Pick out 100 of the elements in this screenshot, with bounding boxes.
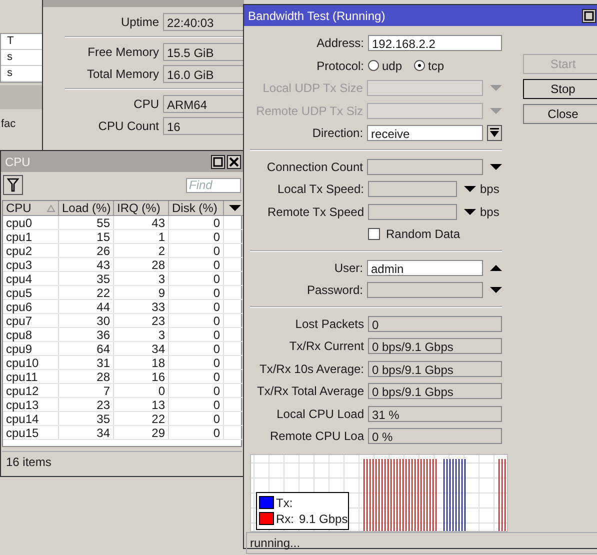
readout-field: 0 bps/9.1 Gbps <box>368 360 502 377</box>
combo-field[interactable] <box>366 80 483 96</box>
table-cell: 0 <box>169 342 224 356</box>
table-cell: 9 <box>114 286 169 300</box>
table-cell: cpu2 <box>3 244 59 258</box>
table-cell: 0 <box>169 258 224 272</box>
table-cell: 35 <box>59 412 114 426</box>
table-cell: cpu5 <box>3 286 59 300</box>
table-cell: 23 <box>114 314 169 328</box>
readout-field: 0 % <box>368 428 502 444</box>
field-label: Remote UDP Tx Siz <box>255 104 363 118</box>
dropdown-button[interactable] <box>487 125 502 142</box>
table-cell: 0 <box>169 314 224 328</box>
table-cell: 15 <box>59 230 114 244</box>
readout-field: 0 <box>368 316 502 332</box>
table-cell: 44 <box>59 300 114 314</box>
field-label: Local CPU Load <box>276 406 364 421</box>
table-cell: 43 <box>114 216 169 230</box>
dropdown-arrow-icon[interactable] <box>490 162 502 171</box>
table-cell: 0 <box>169 216 224 230</box>
dialog-button[interactable]: Close <box>523 104 597 124</box>
maximize-icon <box>584 10 594 20</box>
table-cell: 7 <box>59 384 114 398</box>
combo-field[interactable] <box>366 282 483 298</box>
table-cell: 0 <box>169 412 224 426</box>
table-cell: cpu6 <box>3 300 59 314</box>
field-label: User: <box>333 260 363 275</box>
window-title: Bandwidth Test (Running) <box>248 8 386 22</box>
radio-option[interactable]: tcp <box>414 58 444 73</box>
table-cell: 3 <box>114 272 169 286</box>
table-cell: 55 <box>59 216 114 230</box>
table-cell: 43 <box>59 258 114 272</box>
field-label: Protocol: <box>316 58 364 73</box>
table-cell: 22 <box>59 286 114 300</box>
table-cell: 35 <box>59 272 114 286</box>
table-cell: 0 <box>169 230 224 244</box>
filter-button[interactable] <box>3 175 23 195</box>
field-label: Remote Tx Speed <box>266 204 364 219</box>
table-cell: 23 <box>59 398 114 412</box>
table-cell: 0 <box>169 328 224 342</box>
field-label: Connection Count <box>266 160 363 174</box>
combo-field[interactable] <box>368 204 457 220</box>
dialog-button[interactable]: Stop <box>523 79 597 99</box>
checkbox-option[interactable]: Random Data <box>368 227 460 242</box>
dropdown-arrow-icon[interactable] <box>464 208 476 216</box>
table-cell: 64 <box>59 342 114 356</box>
table-cell: cpu3 <box>3 258 59 272</box>
filter-icon <box>7 178 19 192</box>
combo-field[interactable] <box>368 181 457 198</box>
field-label: Total Memory <box>86 67 159 81</box>
readout-field: 31 % <box>368 406 502 422</box>
table-cell: cpu15 <box>3 426 59 440</box>
dropdown-arrow-icon[interactable] <box>490 286 502 294</box>
select-field[interactable]: receive <box>367 125 484 142</box>
field-label: Tx/Rx 10s Average: <box>258 362 364 376</box>
text-field[interactable]: 192.168.2.2 <box>368 35 502 52</box>
table-cell: cpu1 <box>3 230 59 244</box>
table-cell: 0 <box>169 356 224 370</box>
table-cell: 0 <box>169 370 224 384</box>
maximize-button[interactable] <box>582 8 596 22</box>
dropdown-arrow-icon[interactable] <box>229 204 241 212</box>
unit-label: bps <box>480 204 500 219</box>
column-header[interactable]: CPU <box>3 201 59 216</box>
table-cell: cpu14 <box>3 412 59 426</box>
maximize-icon <box>213 156 223 166</box>
table-cell: cpu4 <box>3 272 59 286</box>
table-cell: cpu12 <box>3 384 59 398</box>
combo-field[interactable] <box>366 102 483 119</box>
field-label: Tx/Rx Current <box>288 339 364 354</box>
table-cell: 13 <box>114 398 169 412</box>
table-cell: 0 <box>169 300 224 314</box>
radio-option[interactable]: udp <box>368 58 402 73</box>
table-cell: 31 <box>59 356 114 370</box>
up-arrow-icon[interactable] <box>490 264 502 272</box>
text-field[interactable]: admin <box>366 260 483 276</box>
field-label: Free Memory <box>86 45 159 59</box>
table-cell: cpu8 <box>3 328 59 342</box>
field-label: CPU <box>132 97 159 111</box>
field-label: Address: <box>316 36 364 50</box>
table-cell: 34 <box>59 426 114 440</box>
unit-label: bps <box>480 182 500 196</box>
table-cell: 34 <box>114 342 169 356</box>
table-cell: cpu11 <box>3 370 59 384</box>
field-label: Password: <box>306 283 363 298</box>
sort-icon <box>47 204 55 212</box>
dropdown-arrow-icon[interactable] <box>464 185 476 194</box>
combo-field[interactable] <box>366 158 483 175</box>
table-cell: 0 <box>169 426 224 440</box>
table-cell: 0 <box>169 244 224 258</box>
legend-label: Rx: <box>276 512 294 526</box>
table-cell: cpu7 <box>3 314 59 328</box>
column-header[interactable]: Load (%) <box>59 201 114 216</box>
table-cell: 28 <box>59 370 114 384</box>
readout-field: 0 bps/9.1 Gbps <box>368 383 502 400</box>
find-field[interactable]: Find <box>186 178 241 192</box>
column-header[interactable]: Disk (%) <box>169 201 224 216</box>
down-arrow-icon <box>490 128 500 138</box>
column-header[interactable]: IRQ (%) <box>114 201 169 216</box>
table-cell: 30 <box>59 314 114 328</box>
table-cell: 29 <box>114 426 169 440</box>
